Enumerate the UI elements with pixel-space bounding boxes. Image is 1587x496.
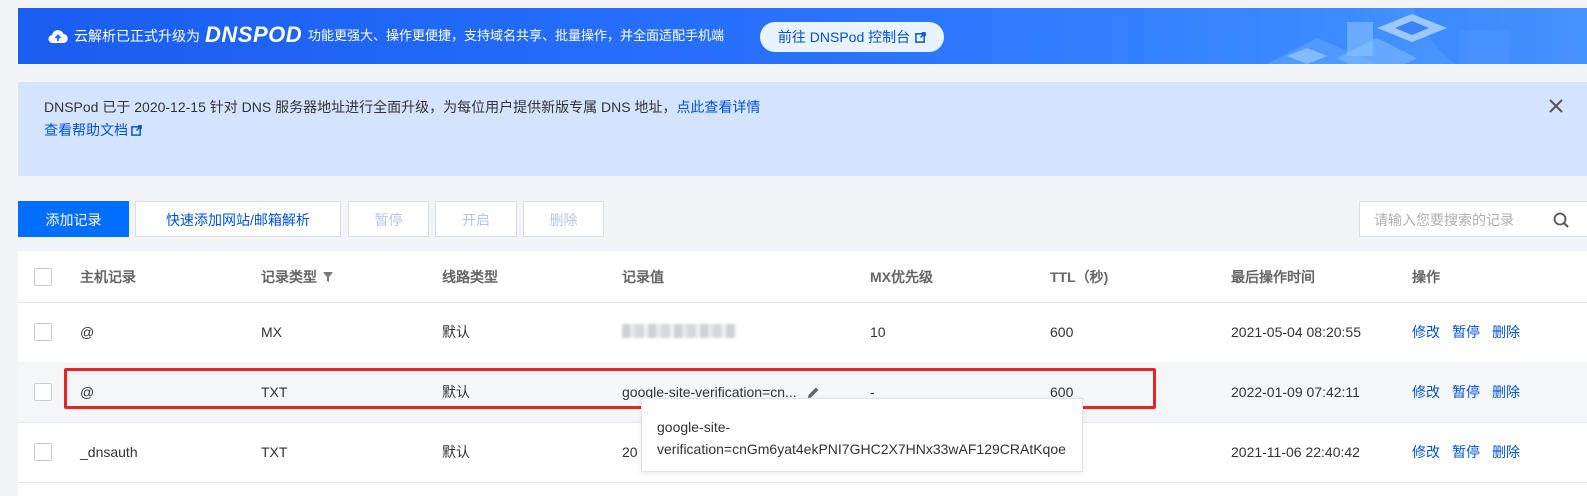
line-cell: 默认 (442, 444, 470, 460)
header-last-modified: 最后操作时间 (1231, 269, 1315, 285)
help-docs-label: 查看帮助文档 (44, 122, 128, 138)
table-header-row: 主机记录 记录类型 线路类型 记录值 MX优先级 TTL（秒) 最后操作时间 操… (18, 251, 1587, 303)
type-cell: MX (261, 324, 282, 340)
quick-add-website-mail-button[interactable]: 快速添加网站/邮箱解析 (135, 201, 341, 237)
dns-upgrade-notice: DNSPod 已于 2020-12-15 针对 DNS 服务器地址进行全面升级，… (18, 82, 1587, 176)
row-checkbox[interactable] (34, 383, 52, 401)
cta-label: 前往 DNSPod 控制台 (777, 29, 911, 45)
edit-link[interactable]: 修改 (1412, 384, 1440, 400)
ttl-cell: 600 (1050, 324, 1074, 340)
external-link-icon (131, 125, 142, 136)
banner-upgrade-text: 云解析已正式升级为 (74, 28, 200, 44)
upgrade-banner: 云解析已正式升级为 DNSPOD 功能更强大、操作更便捷，支持域名共享、批量操作… (18, 8, 1587, 64)
redacted-record-value (622, 324, 736, 338)
cloud-upload-icon (48, 30, 68, 44)
close-icon[interactable] (1548, 98, 1564, 114)
header-mx-priority: MX优先级 (870, 269, 933, 285)
add-record-button[interactable]: 添加记录 (18, 201, 129, 237)
type-cell: TXT (261, 384, 288, 400)
actions-cell: 修改 暂停 删除 (1412, 323, 1532, 341)
tooltip-line-1: google-site- (657, 419, 731, 435)
pause-link[interactable]: 暂停 (1452, 324, 1480, 340)
pause-button[interactable]: 暂停 (348, 201, 429, 237)
search-icon[interactable] (1553, 212, 1569, 228)
banner-decoration (1267, 8, 1587, 64)
header-record-type-label: 记录类型 (261, 269, 317, 285)
actions-cell: 修改 暂停 删除 (1412, 443, 1532, 461)
help-docs-link[interactable]: 查看帮助文档 (44, 121, 142, 139)
host-cell: @ (80, 324, 95, 340)
header-record-type: 记录类型 (261, 268, 333, 286)
view-details-link[interactable]: 点此查看详情 (676, 99, 760, 115)
row-checkbox[interactable] (34, 323, 52, 341)
header-ttl: TTL（秒) (1050, 269, 1109, 285)
delete-link[interactable]: 删除 (1492, 444, 1520, 460)
filter-icon[interactable] (323, 272, 333, 282)
header-line-type: 线路类型 (442, 269, 498, 285)
line-cell: 默认 (442, 384, 470, 400)
line-cell: 默认 (442, 324, 470, 340)
external-link-icon (915, 32, 926, 43)
dnspod-logo: DNSPOD (205, 22, 303, 47)
time-cell: 2021-11-06 22:40:42 (1231, 444, 1360, 460)
type-cell: TXT (261, 444, 288, 460)
pause-link[interactable]: 暂停 (1452, 444, 1480, 460)
time-cell: 2022-01-09 07:42:11 (1231, 384, 1360, 400)
search-input[interactable] (1372, 210, 1551, 230)
time-cell: 2021-05-04 08:20:55 (1231, 324, 1361, 340)
notice-text: DNSPod 已于 2020-12-15 针对 DNS 服务器地址进行全面升级，… (44, 99, 677, 115)
header-record-value: 记录值 (622, 269, 664, 285)
value-cell: 20 (622, 444, 638, 460)
mx-cell: 10 (870, 324, 886, 340)
header-host: 主机记录 (80, 269, 136, 285)
pause-link[interactable]: 暂停 (1452, 384, 1480, 400)
record-search-box (1359, 201, 1587, 237)
record-value-tooltip: google-site- verification=cnGm6yat4ekPNI… (641, 398, 1083, 472)
edit-link[interactable]: 修改 (1412, 444, 1440, 460)
delete-button[interactable]: 删除 (523, 201, 604, 237)
row-checkbox[interactable] (34, 443, 52, 461)
notice-text-line: DNSPod 已于 2020-12-15 针对 DNS 服务器地址进行全面升级，… (44, 98, 760, 116)
table-row[interactable]: @ MX 默认 10 600 2021-05-04 08:20:55 修改 暂停删… (18, 302, 1587, 363)
host-cell: @ (80, 384, 95, 400)
host-cell: _dnsauth (80, 444, 138, 460)
delete-link[interactable]: 删除 (1492, 384, 1520, 400)
header-operations: 操作 (1412, 269, 1440, 285)
banner-description: 功能更强大、操作更便捷，支持域名共享、批量操作，并全面适配手机端 (308, 28, 725, 43)
tooltip-line-2: verification=cnGm6yat4ekPNI7GHC2X7HNx33w… (657, 441, 1066, 457)
select-all-checkbox[interactable] (34, 268, 52, 286)
edit-link[interactable]: 修改 (1412, 324, 1440, 340)
delete-link[interactable]: 删除 (1492, 324, 1520, 340)
go-to-dnspod-console-button[interactable]: 前往 DNSPod 控制台 (760, 22, 944, 52)
actions-cell: 修改 暂停 删除 (1412, 383, 1532, 401)
enable-button[interactable]: 开启 (435, 201, 517, 237)
